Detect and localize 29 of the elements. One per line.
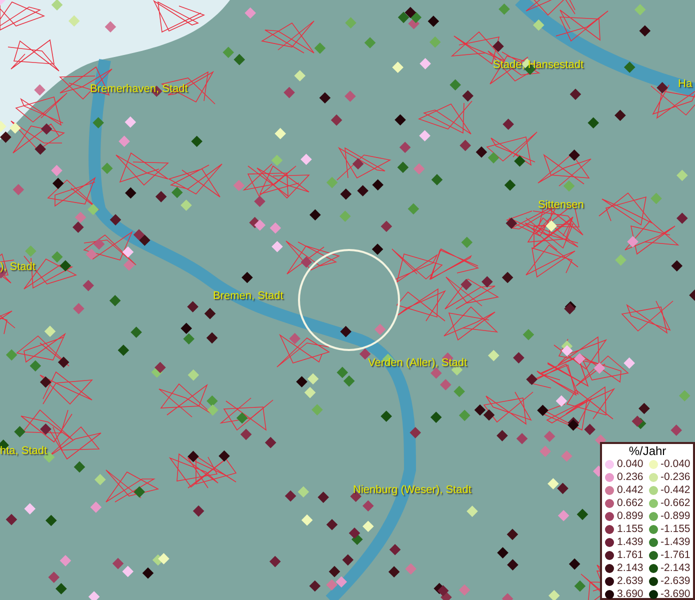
legend-label: 1.761	[617, 550, 644, 561]
legend-label: -2.143	[660, 563, 690, 574]
place-label: Sittensen	[538, 200, 584, 211]
place-label: Ha	[678, 79, 692, 90]
place-label: hta, Stadt	[0, 446, 48, 457]
legend-label: -1.761	[660, 550, 690, 561]
legend-label: -0.442	[660, 485, 690, 496]
place-label: Verden (Aller), Stadt	[368, 358, 468, 369]
legend-label: 2.639	[617, 576, 644, 587]
legend-label: -0.236	[660, 472, 690, 483]
legend-label: -1.439	[660, 537, 690, 548]
legend-label: -3.690	[660, 589, 690, 600]
legend-title: %/Jahr	[628, 445, 668, 458]
legend-label: 3.690	[617, 589, 644, 600]
legend-label: -0.040	[660, 459, 690, 470]
legend-label: -1.155	[660, 524, 690, 535]
legend-label: -0.662	[660, 498, 690, 509]
legend-label: -2.639	[660, 576, 690, 587]
place-label: Bremen, Stadt	[213, 291, 284, 302]
legend-label: 1.155	[617, 524, 644, 535]
legend-label: 2.143	[617, 563, 644, 574]
legend-label: 0.040	[617, 459, 644, 470]
legend-label: -0.899	[660, 511, 690, 522]
legend-label: 0.442	[617, 485, 644, 496]
legend-label: 0.899	[617, 511, 644, 522]
place-label: Nienburg (Weser), Stadt	[353, 485, 472, 496]
legend-label: 0.662	[617, 498, 644, 509]
legend-label: 0.236	[617, 472, 644, 483]
legend-label: 1.439	[617, 537, 644, 548]
